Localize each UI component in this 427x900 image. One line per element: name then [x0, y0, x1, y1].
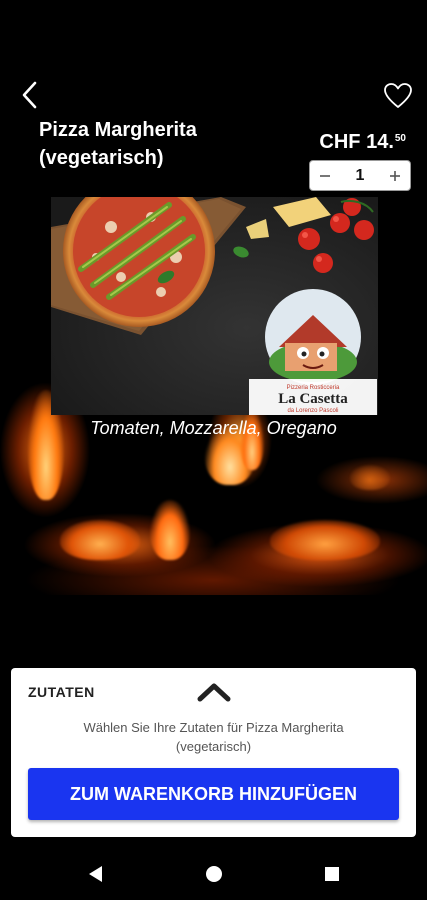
system-navigation-bar: [0, 848, 427, 900]
circle-home-icon: [205, 866, 222, 882]
expand-ingredients-button[interactable]: [194, 678, 234, 706]
add-to-cart-button[interactable]: ZUM WARENKORB HINZUFÜGEN: [28, 768, 399, 820]
ingredients-hint: Wählen Sie Ihre Zutaten für Pizza Marghe…: [83, 720, 344, 754]
triangle-back-icon: [88, 866, 102, 882]
quantity-value: 1: [355, 166, 365, 184]
price-main: CHF 14.: [319, 131, 394, 153]
heart-icon: [384, 83, 412, 108]
increment-button[interactable]: [380, 161, 410, 191]
logo-sub-text: da Lorenzo Pascoli: [287, 408, 338, 414]
decrement-button[interactable]: [310, 161, 340, 191]
ingredients-panel: ZUTATEN Wählen Sie Ihre Zutaten für Pizz…: [11, 668, 416, 837]
chevron-up-icon: [197, 683, 231, 702]
back-button[interactable]: [14, 78, 44, 112]
plus-icon: [390, 170, 400, 181]
nav-home-button[interactable]: [194, 854, 234, 894]
product-title: Pizza Margherita (vegetarisch): [39, 119, 197, 169]
product-price: CHF 14. 50: [319, 131, 406, 154]
square-recents-icon: [324, 867, 339, 881]
product-description: Tomaten, Mozzarella, Oregano: [90, 418, 337, 438]
minus-icon: [320, 174, 330, 177]
pizza-illustration: Pizzeria Rosticceria La Casetta da Loren…: [51, 197, 378, 415]
logo-brand-text: La Casetta: [278, 391, 348, 407]
ingredients-section-label: ZUTATEN: [28, 684, 95, 700]
back-arrow-icon: [22, 81, 37, 109]
nav-recents-button[interactable]: [312, 854, 352, 894]
product-image: Pizzeria Rosticceria La Casetta da Loren…: [51, 197, 378, 415]
nav-back-button[interactable]: [76, 854, 116, 894]
price-cents: 50: [394, 133, 406, 144]
quantity-stepper: 1: [309, 160, 411, 191]
favorite-button[interactable]: [381, 80, 415, 112]
